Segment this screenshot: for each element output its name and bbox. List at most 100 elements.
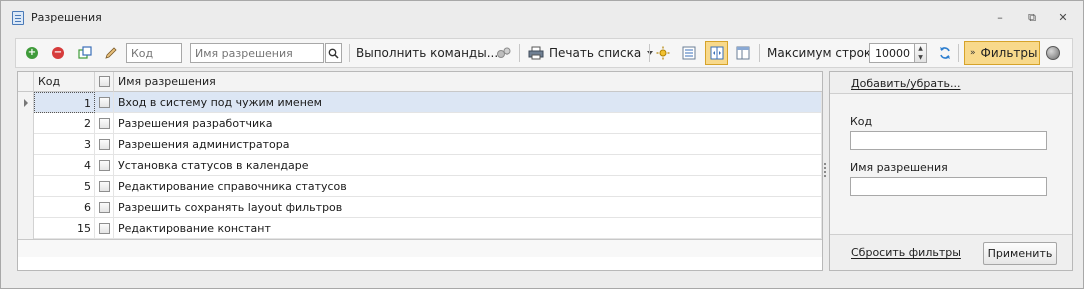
split-view-button[interactable]: [705, 41, 728, 65]
copy-button[interactable]: [78, 39, 92, 67]
cell-code[interactable]: 1: [34, 92, 95, 113]
toolbar-separator: [649, 44, 650, 62]
row-indicator: [18, 134, 34, 155]
max-rows-input[interactable]: [869, 43, 915, 63]
checkbox-icon: [99, 76, 110, 87]
filter-name-label: Имя разрешения: [850, 161, 948, 174]
filter-name-input[interactable]: [850, 177, 1047, 196]
row-indicator: [18, 176, 34, 197]
row-checkbox[interactable]: [95, 113, 114, 134]
checkbox-icon: [99, 139, 110, 150]
row-checkbox[interactable]: [95, 134, 114, 155]
select-all-checkbox[interactable]: [95, 72, 114, 92]
permissions-window: Разрешения – ⧉ ✕ + − Код Имя разрешения …: [0, 0, 1084, 289]
filter-panel-header: Добавить/убрать...: [830, 72, 1072, 94]
table-row[interactable]: 4 Установка статусов в календаре: [18, 155, 822, 176]
toolbar-separator: [958, 44, 959, 62]
table-row[interactable]: 5 Редактирование справочника статусов: [18, 176, 822, 197]
gears-button[interactable]: [496, 39, 512, 67]
execute-commands-button[interactable]: Выполнить команды...: [356, 39, 511, 67]
cell-name[interactable]: Разрешения администратора: [114, 134, 822, 155]
max-rows-label: Максимум строк:: [767, 46, 876, 60]
minimize-button[interactable]: –: [992, 11, 1008, 25]
search-button[interactable]: [325, 43, 342, 63]
row-checkbox[interactable]: [95, 155, 114, 176]
pencil-icon: [105, 47, 117, 59]
cell-name[interactable]: Редактирование констант: [114, 218, 822, 239]
toolbar: + − Выполнить команды...: [15, 38, 1073, 68]
title-bar: Разрешения – ⧉ ✕: [1, 1, 1083, 35]
table-row[interactable]: 1 Вход в систему под чужим именем: [18, 92, 822, 113]
search-icon: [328, 48, 339, 59]
row-indicator: [18, 197, 34, 218]
cell-name[interactable]: Вход в систему под чужим именем: [114, 92, 822, 113]
layout-button[interactable]: [736, 39, 750, 67]
columns-button[interactable]: [682, 39, 696, 67]
table-row[interactable]: 2 Разрешения разработчика: [18, 113, 822, 134]
row-indicator: [18, 113, 34, 134]
close-button[interactable]: ✕: [1055, 11, 1071, 25]
toolbar-separator: [349, 44, 350, 62]
checkbox-icon: [99, 160, 110, 171]
cell-code[interactable]: 4: [34, 155, 95, 176]
filter-code-input[interactable]: [850, 131, 1047, 150]
print-list-label: Печать списка: [549, 46, 642, 60]
filter-panel-footer: Сбросить фильтры Применить: [830, 234, 1072, 270]
filter-code-label: Код: [850, 115, 873, 128]
table-row[interactable]: 15 Редактирование констант: [18, 218, 822, 239]
status-indicator: [1046, 39, 1060, 67]
cell-code[interactable]: 6: [34, 197, 95, 218]
settings-button[interactable]: [656, 39, 670, 67]
table-row[interactable]: 6 Разрешить сохранять layout фильтров: [18, 197, 822, 218]
delete-button[interactable]: −: [52, 39, 64, 67]
panel-splitter[interactable]: [824, 161, 827, 181]
permissions-grid: Код Имя разрешения 1 Вход в систему под …: [17, 71, 823, 271]
minus-icon: −: [52, 47, 64, 59]
layout-icon: [736, 46, 750, 60]
print-list-button[interactable]: Печать списка: [528, 39, 654, 67]
row-indicator: [18, 155, 34, 176]
checkbox-icon: [99, 223, 110, 234]
printer-icon: [528, 46, 544, 60]
cell-code[interactable]: 5: [34, 176, 95, 197]
code-filter-input[interactable]: [126, 43, 182, 63]
row-arrow-icon: [24, 99, 28, 107]
checkbox-icon: [99, 181, 110, 192]
column-header-name[interactable]: Имя разрешения: [114, 72, 822, 92]
status-orb-icon: [1046, 46, 1060, 60]
cell-code[interactable]: 15: [34, 218, 95, 239]
refresh-button[interactable]: [938, 39, 952, 67]
cell-name[interactable]: Редактирование справочника статусов: [114, 176, 822, 197]
column-header-code[interactable]: Код: [34, 72, 95, 92]
gears-icon: [497, 47, 511, 58]
cell-name[interactable]: Разрешить сохранять layout фильтров: [114, 197, 822, 218]
cell-code[interactable]: 3: [34, 134, 95, 155]
max-rows-stepper[interactable]: ▲ ▼: [915, 43, 927, 63]
add-button[interactable]: +: [26, 39, 38, 67]
filters-toggle-button[interactable]: » Фильтры: [964, 41, 1040, 65]
reset-filters-link[interactable]: Сбросить фильтры: [851, 246, 961, 259]
refresh-icon: [940, 47, 950, 59]
add-remove-filters-link[interactable]: Добавить/убрать...: [851, 77, 960, 90]
checkbox-icon: [99, 118, 110, 129]
plus-icon: +: [26, 47, 38, 59]
filter-panel: Добавить/убрать... Код Имя разрешения Сб…: [829, 71, 1073, 271]
double-chevron-right-icon: »: [970, 48, 976, 58]
edit-button[interactable]: [104, 39, 118, 67]
cell-code[interactable]: 2: [34, 113, 95, 134]
copy-icon: [78, 46, 92, 59]
row-checkbox[interactable]: [95, 197, 114, 218]
table-row[interactable]: 3 Разрешения администратора: [18, 134, 822, 155]
restore-button[interactable]: ⧉: [1024, 11, 1040, 25]
row-checkbox[interactable]: [95, 218, 114, 239]
name-filter-input[interactable]: [190, 43, 324, 63]
grid-footer: [18, 239, 822, 257]
row-checkbox[interactable]: [95, 176, 114, 197]
cell-name[interactable]: Установка статусов в календаре: [114, 155, 822, 176]
filters-label: Фильтры: [980, 46, 1038, 60]
row-checkbox[interactable]: [95, 92, 114, 113]
cell-name[interactable]: Разрешения разработчика: [114, 113, 822, 134]
split-view-icon: [710, 46, 723, 60]
grid-header: Код Имя разрешения: [18, 72, 822, 92]
apply-button[interactable]: Применить: [983, 242, 1057, 265]
